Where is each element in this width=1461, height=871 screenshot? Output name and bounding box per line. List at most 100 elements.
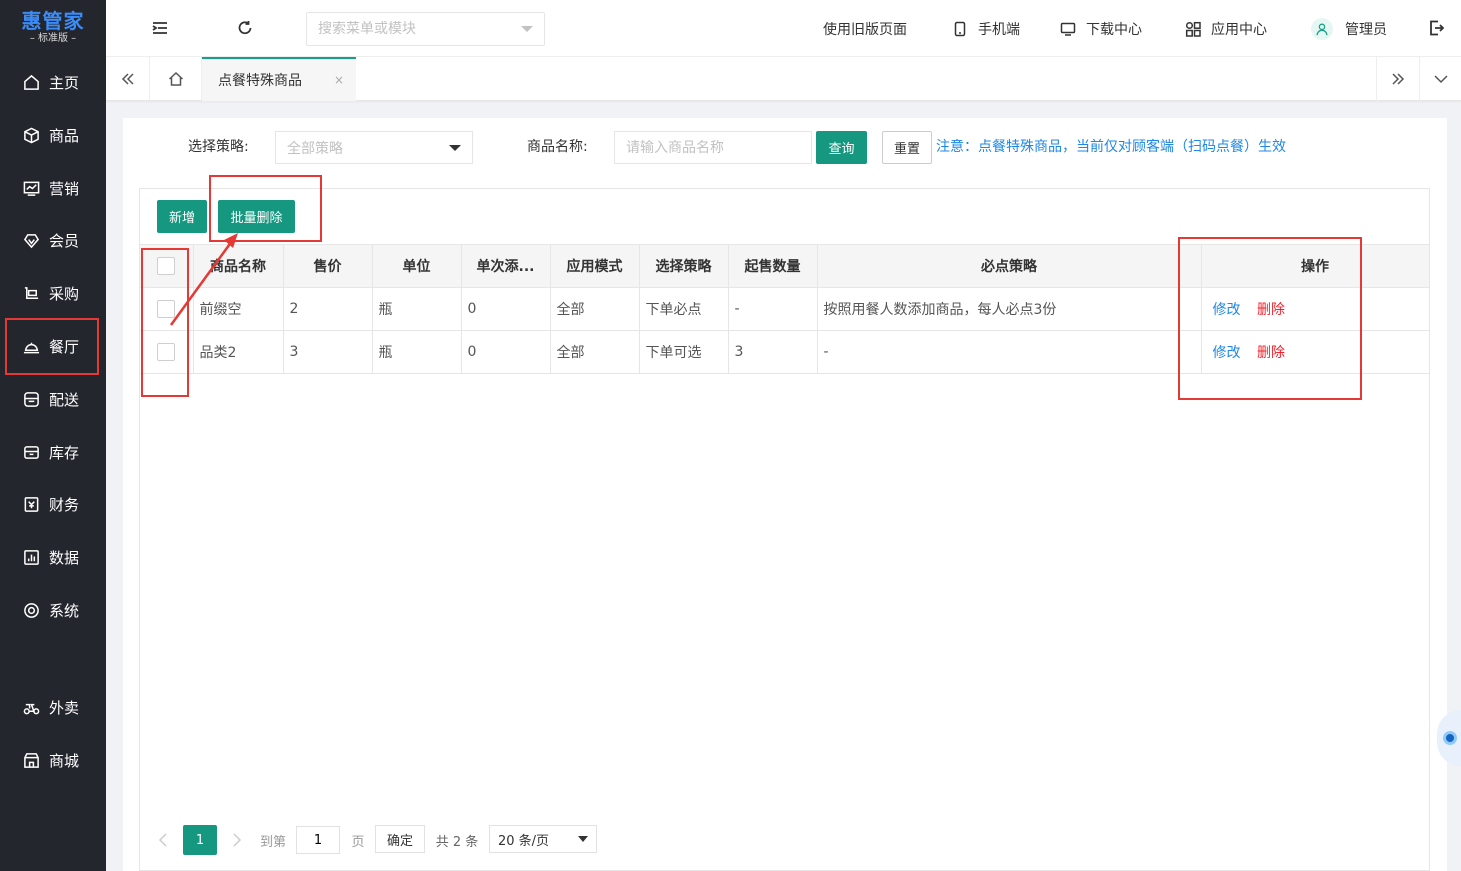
tab-bar: 点餐特殊商品 × (106, 57, 1461, 101)
sidebar-item-marketing[interactable]: 营销 (0, 162, 106, 215)
sidebar-item-label: 采购 (49, 285, 80, 303)
row-checkbox[interactable] (157, 300, 176, 318)
batch-delete-button[interactable]: 批量删除 (218, 200, 295, 233)
column-header[interactable]: 选择策略 (639, 244, 729, 288)
tab-scroll-right-button[interactable] (1376, 57, 1420, 101)
home-icon (22, 74, 40, 92)
box-icon (22, 127, 40, 145)
goods-table: 商品名称 售价 单位 单次添... 应用模式 选择策略 起售数量 必点策略 操作… (140, 244, 1430, 374)
select-all-checkbox[interactable] (157, 257, 176, 275)
data-icon (22, 549, 40, 567)
goto-input-wrap (296, 825, 340, 855)
tab-scroll-left-button[interactable] (106, 57, 150, 101)
old-version-link[interactable]: 使用旧版页面 (823, 0, 907, 57)
mobile-label: 手机端 (978, 21, 1020, 38)
edit-link[interactable]: 修改 (1213, 345, 1241, 361)
chevron-left-icon (158, 833, 167, 847)
cell-name: 品类2 (193, 330, 284, 374)
strategy-select[interactable]: 全部策略 (275, 131, 473, 164)
delete-link[interactable]: 删除 (1257, 345, 1285, 361)
sidebar-item-label: 营销 (49, 180, 80, 198)
goods-name-input[interactable] (614, 131, 812, 164)
page-number-current[interactable]: 1 (183, 825, 217, 855)
sidebar-item-member[interactable]: 会员 (0, 214, 106, 267)
chevron-right-icon (233, 833, 242, 847)
prev-page-button[interactable] (155, 825, 171, 855)
delete-link[interactable]: 删除 (1257, 302, 1285, 318)
cell-must-strategy: 按照用餐人数添加商品，每人必点3份 (817, 287, 1202, 331)
chart-icon (22, 180, 40, 198)
cell-mode: 全部 (550, 330, 640, 374)
edit-link[interactable]: 修改 (1213, 302, 1241, 318)
sidebar-item-delivery[interactable]: 配送 (0, 373, 106, 426)
add-button[interactable]: 新增 (157, 200, 207, 233)
sidebar-item-restaurant[interactable]: 餐厅 (0, 320, 106, 373)
mobile-link[interactable]: 手机端 (952, 0, 1020, 57)
cell-unit: 瓶 (372, 287, 462, 331)
column-header[interactable]: 单位 (372, 244, 462, 288)
purchase-icon (22, 285, 40, 303)
cell-min-qty: 3 (728, 330, 818, 374)
goto-page-input[interactable] (296, 826, 340, 854)
cell-must-strategy: - (817, 330, 1202, 374)
sidebar: 惠管家 – 标准版 – 主页 商品 营销 会员 采购 餐厅 配送 库存 财务 数… (0, 0, 106, 871)
diamond-icon (22, 232, 40, 250)
reset-button[interactable]: 重置 (882, 131, 932, 164)
row-checkbox[interactable] (157, 343, 176, 361)
tab-special-goods[interactable]: 点餐特殊商品 × (202, 57, 356, 101)
menu-search-input[interactable] (318, 21, 508, 37)
cell-mode: 全部 (550, 287, 640, 331)
sidebar-item-label: 主页 (49, 74, 80, 92)
sidebar-item-purchase[interactable]: 采购 (0, 267, 106, 320)
menu-fold-icon (152, 22, 167, 34)
user-menu[interactable]: 管理员 (1311, 0, 1387, 57)
sidebar-item-data[interactable]: 数据 (0, 531, 106, 584)
apps-icon (1185, 21, 1201, 37)
cell-single-add: 0 (461, 287, 551, 331)
refresh-button[interactable] (235, 18, 255, 38)
query-button[interactable]: 查询 (816, 131, 867, 164)
home-icon (168, 71, 183, 86)
pagination: 1 到第 页 确定 共 2 条 20 条/页 (139, 825, 739, 855)
cell-min-qty: - (728, 287, 818, 331)
tab-close-icon[interactable]: × (334, 73, 344, 87)
sidebar-item-home[interactable]: 主页 (0, 56, 106, 109)
download-center-link[interactable]: 下载中心 (1060, 0, 1142, 57)
cell-strategy: 下单必点 (639, 287, 729, 331)
sidebar-item-system[interactable]: 系统 (0, 584, 106, 637)
sidebar-item-goods[interactable]: 商品 (0, 109, 106, 162)
sidebar-item-takeout[interactable]: 外卖 (0, 681, 106, 734)
avatar (1311, 17, 1333, 40)
goto-label: 到第 (259, 834, 286, 850)
column-header[interactable]: 售价 (283, 244, 373, 288)
tab-options-button[interactable] (1420, 57, 1461, 101)
goto-confirm-button[interactable]: 确定 (375, 825, 425, 853)
store-icon (22, 752, 40, 770)
menu-search-select[interactable] (306, 12, 545, 46)
sidebar-item-label: 库存 (49, 444, 80, 462)
logo[interactable]: 惠管家 – 标准版 – (0, 0, 106, 56)
column-header[interactable]: 应用模式 (550, 244, 640, 288)
mobile-icon (954, 21, 966, 36)
collapse-menu-button[interactable] (150, 18, 170, 38)
sidebar-item-inventory[interactable]: 库存 (0, 426, 106, 479)
column-header[interactable]: 单次添... (461, 244, 551, 288)
sidebar-item-store[interactable]: 商城 (0, 734, 106, 787)
page-size-select[interactable]: 20 条/页 (489, 825, 597, 853)
column-header[interactable]: 商品名称 (193, 244, 284, 288)
column-header[interactable]: 起售数量 (728, 244, 818, 288)
monitor-icon (1060, 22, 1076, 36)
user-icon (1316, 23, 1328, 35)
sidebar-item-finance[interactable]: 财务 (0, 478, 106, 531)
logout-button[interactable] (1426, 18, 1446, 38)
sidebar-item-label: 餐厅 (49, 338, 80, 356)
column-header: 操作 (1201, 244, 1430, 288)
cell-actions: 修改 删除 (1201, 330, 1430, 374)
user-name: 管理员 (1345, 21, 1387, 38)
app-center-link[interactable]: 应用中心 (1185, 0, 1267, 57)
column-header[interactable]: 必点策略 (817, 244, 1202, 288)
takeout-icon (22, 699, 40, 717)
tab-home[interactable] (150, 57, 202, 101)
old-version-label: 使用旧版页面 (823, 21, 907, 38)
next-page-button[interactable] (229, 825, 245, 855)
